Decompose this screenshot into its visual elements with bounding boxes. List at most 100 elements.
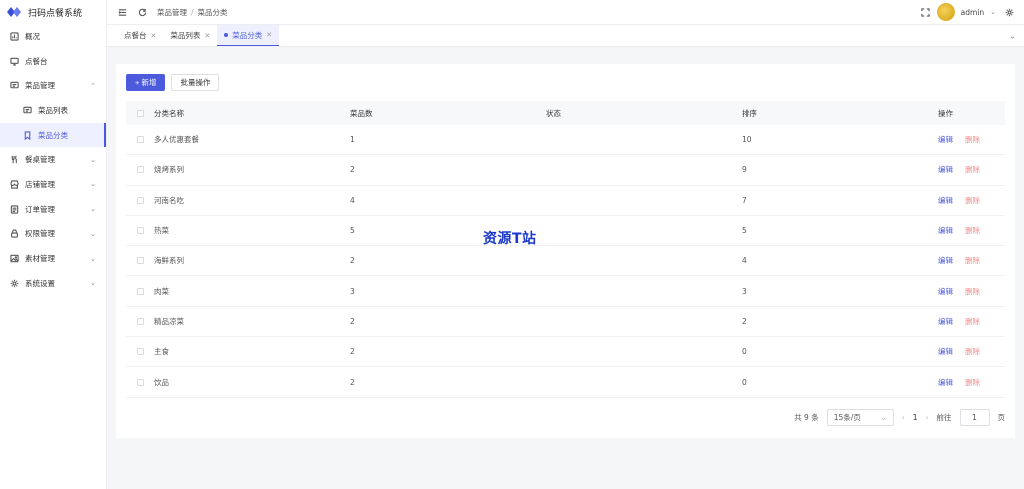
page-number-current[interactable]: 1 <box>913 413 918 422</box>
sidebar-item-settings[interactable]: 系统设置 ⌄ <box>0 271 106 296</box>
category-name: 河南名吃 <box>154 195 184 205</box>
category-name: 主食 <box>154 347 169 357</box>
edit-button[interactable]: 编辑 <box>938 255 953 266</box>
delete-button[interactable]: 删除 <box>965 255 980 266</box>
row-checkbox-cell <box>126 287 154 295</box>
goto-page-input[interactable]: 1 <box>959 409 990 426</box>
user-name[interactable]: admin <box>961 8 985 17</box>
chevron-down-icon: ⌄ <box>90 205 96 214</box>
sidebar-item-label: 素材管理 <box>25 254 55 264</box>
delete-button[interactable]: 删除 <box>965 377 980 388</box>
header-actions: admin ⌄ <box>911 3 1024 21</box>
sidebar-item-label: 店铺管理 <box>25 179 55 189</box>
close-icon[interactable]: ✕ <box>204 32 210 40</box>
row-checkbox[interactable] <box>136 287 144 295</box>
chevron-down-icon[interactable]: ⌄ <box>1009 31 1016 40</box>
next-page-icon[interactable]: › <box>926 413 929 422</box>
sidebar: 扫码点餐系统 概况 点餐台 菜品管理 ⌃ 菜品列表 菜品分类 餐桌管理 ⌄ 店铺管理 ⌄ 订单管理 ⌄… <box>0 0 107 489</box>
row-checkbox[interactable] <box>136 317 144 325</box>
sidebar-item-order-desk[interactable]: 点餐台 <box>0 49 106 74</box>
lock-icon <box>9 229 19 239</box>
gear-icon[interactable] <box>1004 7 1014 17</box>
tab-order-desk[interactable]: 点餐台 ✕ <box>117 25 163 46</box>
sort-value: 9 <box>742 165 747 175</box>
sidebar-item-dish-category[interactable]: 菜品分类 <box>0 122 106 148</box>
refresh-icon[interactable] <box>137 7 147 17</box>
sidebar-item-overview[interactable]: 概况 <box>0 24 106 49</box>
row-checkbox[interactable] <box>136 136 144 144</box>
delete-button[interactable]: 删除 <box>965 286 980 297</box>
page-size-select[interactable]: 15条/页 ⌄ <box>826 409 894 426</box>
edit-button[interactable]: 编辑 <box>938 195 953 206</box>
row-checkbox[interactable] <box>136 257 144 265</box>
delete-button[interactable]: 删除 <box>965 195 980 206</box>
tab-label: 菜品列表 <box>170 31 201 40</box>
bookmark-icon <box>22 130 32 140</box>
category-name: 多人优惠套餐 <box>154 135 199 145</box>
row-checkbox[interactable] <box>136 378 144 386</box>
operation-cell: 编辑 删除 <box>938 134 1005 145</box>
collapse-menu-icon[interactable] <box>117 7 127 17</box>
dashboard-icon <box>9 31 19 41</box>
top-header: 菜品管理 / 菜品分类 admin ⌄ <box>107 0 1024 25</box>
sidebar-item-perm-mgmt[interactable]: 权限管理 ⌄ <box>0 222 106 247</box>
edit-button[interactable]: 编辑 <box>938 164 953 175</box>
prev-page-icon[interactable]: ‹ <box>902 413 905 422</box>
edit-button[interactable]: 编辑 <box>938 346 953 357</box>
edit-button[interactable]: 编辑 <box>938 377 953 388</box>
sidebar-item-store-mgmt[interactable]: 店铺管理 ⌄ <box>0 172 106 197</box>
table-row: 热菜 5 5 编辑 删除 <box>126 216 1005 247</box>
edit-button[interactable]: 编辑 <box>938 134 953 145</box>
tab-dish-category[interactable]: 菜品分类 ✕ <box>217 25 280 46</box>
tab-dish-list[interactable]: 菜品列表 ✕ <box>163 25 217 46</box>
fork-knife-icon <box>9 155 19 165</box>
sort-value: 3 <box>742 286 747 296</box>
sidebar-item-label: 菜品管理 <box>25 81 55 91</box>
operation-cell: 编辑 删除 <box>938 255 1005 266</box>
sidebar-item-table-mgmt[interactable]: 餐桌管理 ⌄ <box>0 147 106 172</box>
dish-count: 3 <box>350 286 355 296</box>
app-logo[interactable]: 扫码点餐系统 <box>0 0 106 24</box>
sidebar-item-material-mgmt[interactable]: 素材管理 ⌄ <box>0 246 106 271</box>
row-checkbox[interactable] <box>136 196 144 204</box>
sidebar-item-dish-list[interactable]: 菜品列表 <box>0 98 106 123</box>
delete-button[interactable]: 删除 <box>965 164 980 175</box>
delete-button[interactable]: 删除 <box>965 225 980 236</box>
delete-button[interactable]: 删除 <box>965 346 980 357</box>
edit-button[interactable]: 编辑 <box>938 316 953 327</box>
operation-cell: 编辑 删除 <box>938 286 1005 297</box>
close-icon[interactable]: ✕ <box>151 32 157 40</box>
column-header-name: 分类名称 <box>154 108 184 118</box>
table-row: 多人优惠套餐 1 10 编辑 删除 <box>126 125 1005 156</box>
app-name: 扫码点餐系统 <box>28 8 83 19</box>
sort-value: 2 <box>742 316 747 326</box>
dish-count: 2 <box>350 377 355 387</box>
fullscreen-icon[interactable] <box>921 7 931 17</box>
delete-button[interactable]: 删除 <box>965 134 980 145</box>
category-table: 分类名称 菜品数 状态 排序 操作 多人优惠套餐 1 10 编辑 删除 烧烤系列 2 9 编辑删… <box>126 101 1005 398</box>
chevron-up-icon: ⌃ <box>90 81 96 90</box>
row-checkbox[interactable] <box>136 348 144 356</box>
delete-button[interactable]: 删除 <box>965 316 980 327</box>
row-checkbox[interactable] <box>136 227 144 235</box>
row-checkbox-cell <box>126 257 154 265</box>
close-icon[interactable]: ✕ <box>266 31 272 39</box>
breadcrumb-item-dish-mgmt[interactable]: 菜品管理 <box>157 7 187 18</box>
select-all-checkbox[interactable] <box>136 109 144 117</box>
sidebar-item-dish-mgmt[interactable]: 菜品管理 ⌃ <box>0 73 106 98</box>
avatar[interactable] <box>936 3 955 21</box>
row-checkbox[interactable] <box>136 166 144 174</box>
edit-button[interactable]: 编辑 <box>938 225 953 236</box>
edit-button[interactable]: 编辑 <box>938 286 953 297</box>
row-checkbox-cell <box>126 166 154 174</box>
tab-label: 点餐台 <box>124 31 147 40</box>
sidebar-item-order-mgmt[interactable]: 订单管理 ⌄ <box>0 197 106 222</box>
active-dot-icon <box>224 33 229 37</box>
table-row: 海鲜系列 2 4 编辑 删除 <box>126 246 1005 277</box>
chevron-down-icon[interactable]: ⌄ <box>990 8 996 16</box>
batch-operation-button[interactable]: 批量操作 <box>171 74 220 91</box>
breadcrumb-separator: / <box>191 7 194 17</box>
add-button[interactable]: + 新增 <box>126 74 166 91</box>
order-icon <box>9 204 19 214</box>
dish-count: 2 <box>350 316 355 326</box>
